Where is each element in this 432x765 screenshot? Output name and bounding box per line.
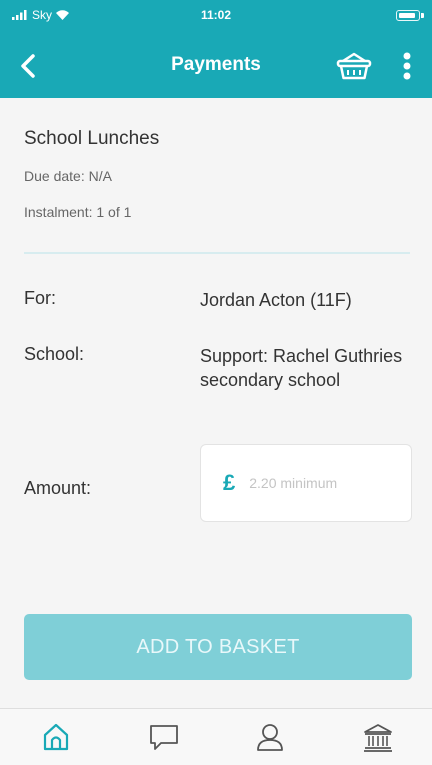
more-vertical-icon [403,52,411,80]
user-icon [257,724,283,751]
chat-icon [150,725,178,750]
amount-field[interactable]: £ [200,444,412,522]
school-label: School: [24,344,85,364]
app-header: Sky 11:02 Payments [0,0,432,98]
for-value: Jordan Acton (11F) [200,290,352,310]
amount-label: Amount: [24,478,92,498]
tab-profile[interactable] [246,717,294,757]
nav-bar: Payments [0,34,432,98]
status-bar: Sky 11:02 [0,0,432,34]
tab-messages[interactable] [140,717,188,757]
payment-title: School Lunches [24,128,160,149]
for-label: For: [24,288,57,308]
currency-symbol: £ [223,470,236,495]
battery-icon [396,10,420,21]
tab-bar [0,708,432,765]
due-date: Due date: N/A [24,168,112,184]
tab-bank[interactable] [354,717,402,757]
home-icon [43,723,69,751]
school-value: Support: Rachel Guthries secondary schoo… [200,346,403,390]
status-time: 11:02 [200,8,232,22]
tab-home[interactable] [32,717,80,757]
basket-icon [336,52,372,80]
section-divider [24,252,410,254]
amount-input[interactable] [247,474,412,492]
bank-icon [364,724,392,752]
add-to-basket-button[interactable]: ADD TO BASKET [24,614,412,680]
instalment-info: Instalment: 1 of 1 [24,204,132,220]
basket-button[interactable] [332,46,376,86]
battery-tip [421,13,424,18]
more-options-button[interactable] [392,44,422,88]
